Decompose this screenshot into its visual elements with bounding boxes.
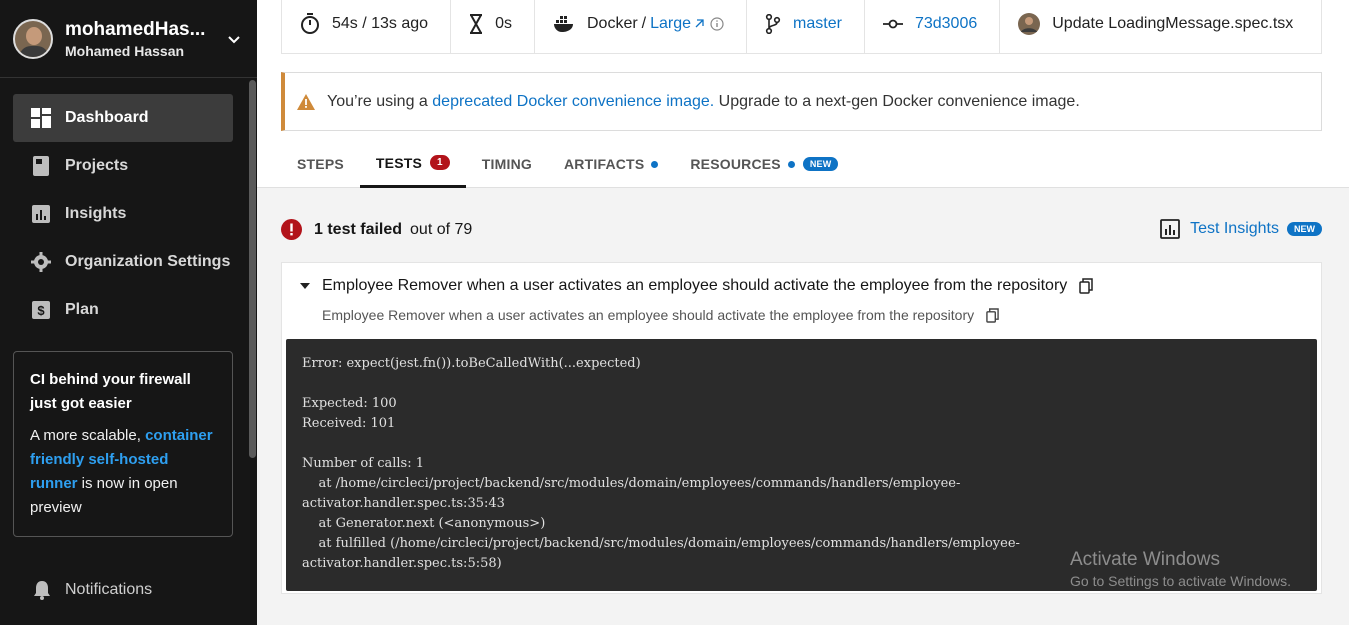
sidebar-item-plan[interactable]: $ Plan <box>13 286 233 334</box>
info-icon[interactable] <box>710 16 724 31</box>
sidebar-item-label: Projects <box>65 157 129 174</box>
promo-body: A more scalable, container friendly self… <box>30 424 216 520</box>
commit-message-text: Update LoadingMessage.spec.tsx <box>1052 14 1294 32</box>
test-summary: 1 test failed out of 79 <box>281 219 472 240</box>
commit-link[interactable]: 73d3006 <box>915 15 977 33</box>
executor-separator: / <box>641 14 647 32</box>
tab-resources[interactable]: RESOURCES NEW <box>674 140 854 188</box>
tab-label: ARTIFACTS <box>564 156 645 172</box>
promo-text: A more scalable, <box>30 427 146 444</box>
warning-icon <box>297 93 315 110</box>
deprecation-banner: You’re using a deprecated Docker conveni… <box>281 72 1322 131</box>
dollar-icon: $ <box>31 300 51 320</box>
tab-artifacts[interactable]: ARTIFACTS <box>548 140 674 188</box>
job-duration: 54s / 13s ago <box>282 0 452 53</box>
tab-timing[interactable]: TIMING <box>466 140 548 188</box>
sidebar-item-label: Plan <box>65 301 99 318</box>
promo-title: CI behind your firewall just got easier <box>30 371 191 412</box>
banner-text: You’re using a <box>327 92 433 110</box>
bell-icon <box>32 580 52 600</box>
new-dot-indicator <box>651 160 659 168</box>
sidebar-item-insights[interactable]: Insights <box>13 190 233 238</box>
user-menu[interactable]: mohamedHas... Mohamed Hassan <box>0 0 257 78</box>
new-badge: NEW <box>802 157 839 171</box>
failed-test-card: Employee Remover when a user activates a… <box>281 262 1322 594</box>
job-executor: Docker / Large <box>535 0 748 53</box>
gear-icon <box>31 252 51 272</box>
job-queued: 0s <box>451 0 535 53</box>
failed-count-text: 1 test failed <box>314 220 403 238</box>
job-branch: master <box>747 0 865 53</box>
docker-icon <box>553 15 575 32</box>
tab-label: STEPS <box>297 156 344 172</box>
sidebar-item-label: Insights <box>65 205 127 222</box>
sidebar-item-label: Dashboard <box>65 109 149 126</box>
user-full-name: Mohamed Hassan <box>65 42 185 59</box>
test-title: Employee Remover when a user activates a… <box>322 277 1068 294</box>
test-title-row[interactable]: Employee Remover when a user activates a… <box>300 277 1094 295</box>
total-count-text: out of 79 <box>410 220 473 238</box>
job-commit-message: Update LoadingMessage.spec.tsx <box>1000 0 1315 53</box>
tab-steps[interactable]: STEPS <box>281 140 360 188</box>
sidebar-item-dashboard[interactable]: Dashboard <box>13 94 233 142</box>
book-icon <box>31 156 51 176</box>
job-commit: 73d3006 <box>865 0 1001 53</box>
test-insights-label: Test Insights <box>1190 220 1279 237</box>
job-tabs: STEPS TESTS 1 TIMING ARTIFACTS RESOURCES N… <box>281 140 854 188</box>
copy-icon[interactable] <box>1079 278 1094 294</box>
sidebar-nav: Dashboard Projects Insights Organization… <box>0 94 257 334</box>
windows-watermark: Activate Windows Go to Settings to activ… <box>1070 549 1291 589</box>
failure-count-badge: 1 <box>430 155 450 170</box>
hourglass-icon <box>469 13 483 34</box>
new-dot-indicator <box>787 160 795 168</box>
watermark-line-2: Go to Settings to activate Windows. <box>1070 573 1291 589</box>
tab-label: TESTS <box>375 154 423 171</box>
watermark-line-1: Activate Windows <box>1070 549 1220 570</box>
tab-label: TIMING <box>481 156 532 172</box>
promo-card: CI behind your firewall just got easier … <box>13 351 233 537</box>
tab-label: RESOURCES <box>690 156 781 172</box>
executor-text: Docker <box>586 14 638 32</box>
bar-chart-icon <box>1160 219 1180 239</box>
branch-icon <box>765 13 781 34</box>
test-subtitle: Employee Remover when a user activates a… <box>322 307 975 323</box>
sidebar-item-notifications[interactable]: Notifications <box>32 580 152 600</box>
deprecated-image-link[interactable]: deprecated Docker convenience image. <box>432 93 714 111</box>
tab-tests[interactable]: TESTS 1 <box>359 140 466 188</box>
banner-text-suffix: Upgrade to a next-gen Docker convenience… <box>714 92 1080 110</box>
external-link-icon <box>694 18 704 29</box>
stopwatch-icon <box>300 12 320 35</box>
committer-avatar <box>1018 12 1041 35</box>
job-meta-card: 54s / 13s ago 0s Docker / Large master 7… <box>281 0 1322 54</box>
sidebar-item-organization-settings[interactable]: Organization Settings <box>13 238 233 286</box>
user-avatar <box>13 18 53 59</box>
test-insights-link[interactable]: Test Insights NEW <box>1160 219 1322 239</box>
svg-text:$: $ <box>37 303 45 318</box>
notifications-label: Notifications <box>65 581 153 598</box>
bar-chart-icon <box>31 204 51 224</box>
user-name: mohamedHas... <box>65 18 206 40</box>
caret-down-icon[interactable] <box>300 283 310 289</box>
chevron-down-icon[interactable] <box>227 32 241 50</box>
branch-link[interactable]: master <box>793 15 842 33</box>
duration-text: 54s / 13s ago <box>332 14 429 32</box>
main-content: 54s / 13s ago 0s Docker / Large master 7… <box>257 0 1349 625</box>
dashboard-icon <box>31 108 51 128</box>
new-badge: NEW <box>1287 222 1322 236</box>
sidebar-item-label: Organization Settings <box>65 253 231 270</box>
commit-icon <box>882 19 903 29</box>
sidebar-item-projects[interactable]: Projects <box>13 142 233 190</box>
sidebar: mohamedHas... Mohamed Hassan Dashboard P… <box>0 0 257 625</box>
sidebar-scrollbar[interactable] <box>249 80 256 458</box>
copy-icon[interactable] <box>986 307 999 323</box>
test-subtitle-row: Employee Remover when a user activates a… <box>322 307 999 323</box>
executor-size-link[interactable]: Large <box>650 15 691 33</box>
error-icon <box>281 219 302 240</box>
queued-text: 0s <box>495 14 512 32</box>
